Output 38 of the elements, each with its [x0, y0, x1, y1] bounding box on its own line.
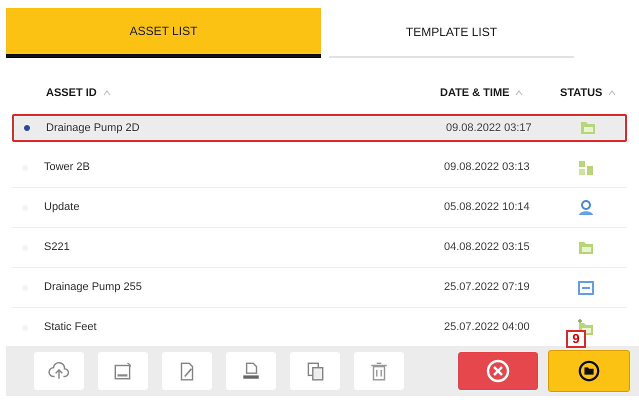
cancel-button[interactable]	[458, 352, 538, 390]
person-icon	[576, 198, 596, 218]
date-time: 05.08.2022 10:14	[444, 201, 530, 214]
asset-name: Update	[44, 201, 80, 214]
close-icon	[486, 359, 510, 383]
cloud-upload-button[interactable]	[34, 352, 84, 390]
trash-button[interactable]	[354, 352, 404, 390]
date-time: 09.08.2022 03:13	[444, 161, 530, 174]
card-button[interactable]	[98, 352, 148, 390]
tab[interactable]: ASSET LIST	[6, 8, 321, 58]
asset-name: Drainage Pump 2D	[46, 122, 140, 134]
column-header[interactable]: STATUS	[560, 84, 602, 102]
table-row[interactable]: Drainage Pump 2D 09.08.2022 03:17	[12, 114, 627, 142]
table-row[interactable]: S221 04.08.2022 03:15	[12, 228, 627, 268]
sort-icon[interactable]	[515, 89, 524, 97]
sort-icon[interactable]	[102, 89, 111, 97]
table-row[interactable]: Update 05.08.2022 10:14	[12, 188, 627, 228]
sort-icon[interactable]	[608, 89, 616, 97]
folder-icon	[578, 360, 600, 382]
table-row[interactable]: Tower 2B 09.08.2022 03:13	[12, 148, 627, 188]
row-marker	[24, 125, 30, 131]
copy-button[interactable]	[290, 352, 340, 390]
date-time: 25.07.2022 04:00	[444, 321, 530, 334]
open-button[interactable]	[548, 350, 630, 392]
card-icon	[112, 360, 134, 382]
date-time: 09.08.2022 03:17	[446, 122, 532, 134]
printer-button[interactable]	[226, 352, 276, 390]
column-header[interactable]: ASSET ID	[46, 84, 97, 102]
date-time: 25.07.2022 07:19	[444, 281, 530, 294]
asset-name: Static Feet	[44, 321, 97, 334]
date-time: 04.08.2022 03:15	[444, 241, 530, 254]
asset-name: Drainage Pump 255	[44, 281, 142, 294]
asset-name: S221	[44, 241, 70, 254]
document-edit-button[interactable]	[162, 352, 212, 390]
table-row[interactable]: Drainage Pump 255 25.07.2022 07:19	[12, 268, 627, 308]
column-header[interactable]: DATE & TIME	[440, 84, 510, 102]
asset-name: Tower 2B	[44, 161, 90, 174]
callout-badge: 9	[566, 330, 586, 348]
